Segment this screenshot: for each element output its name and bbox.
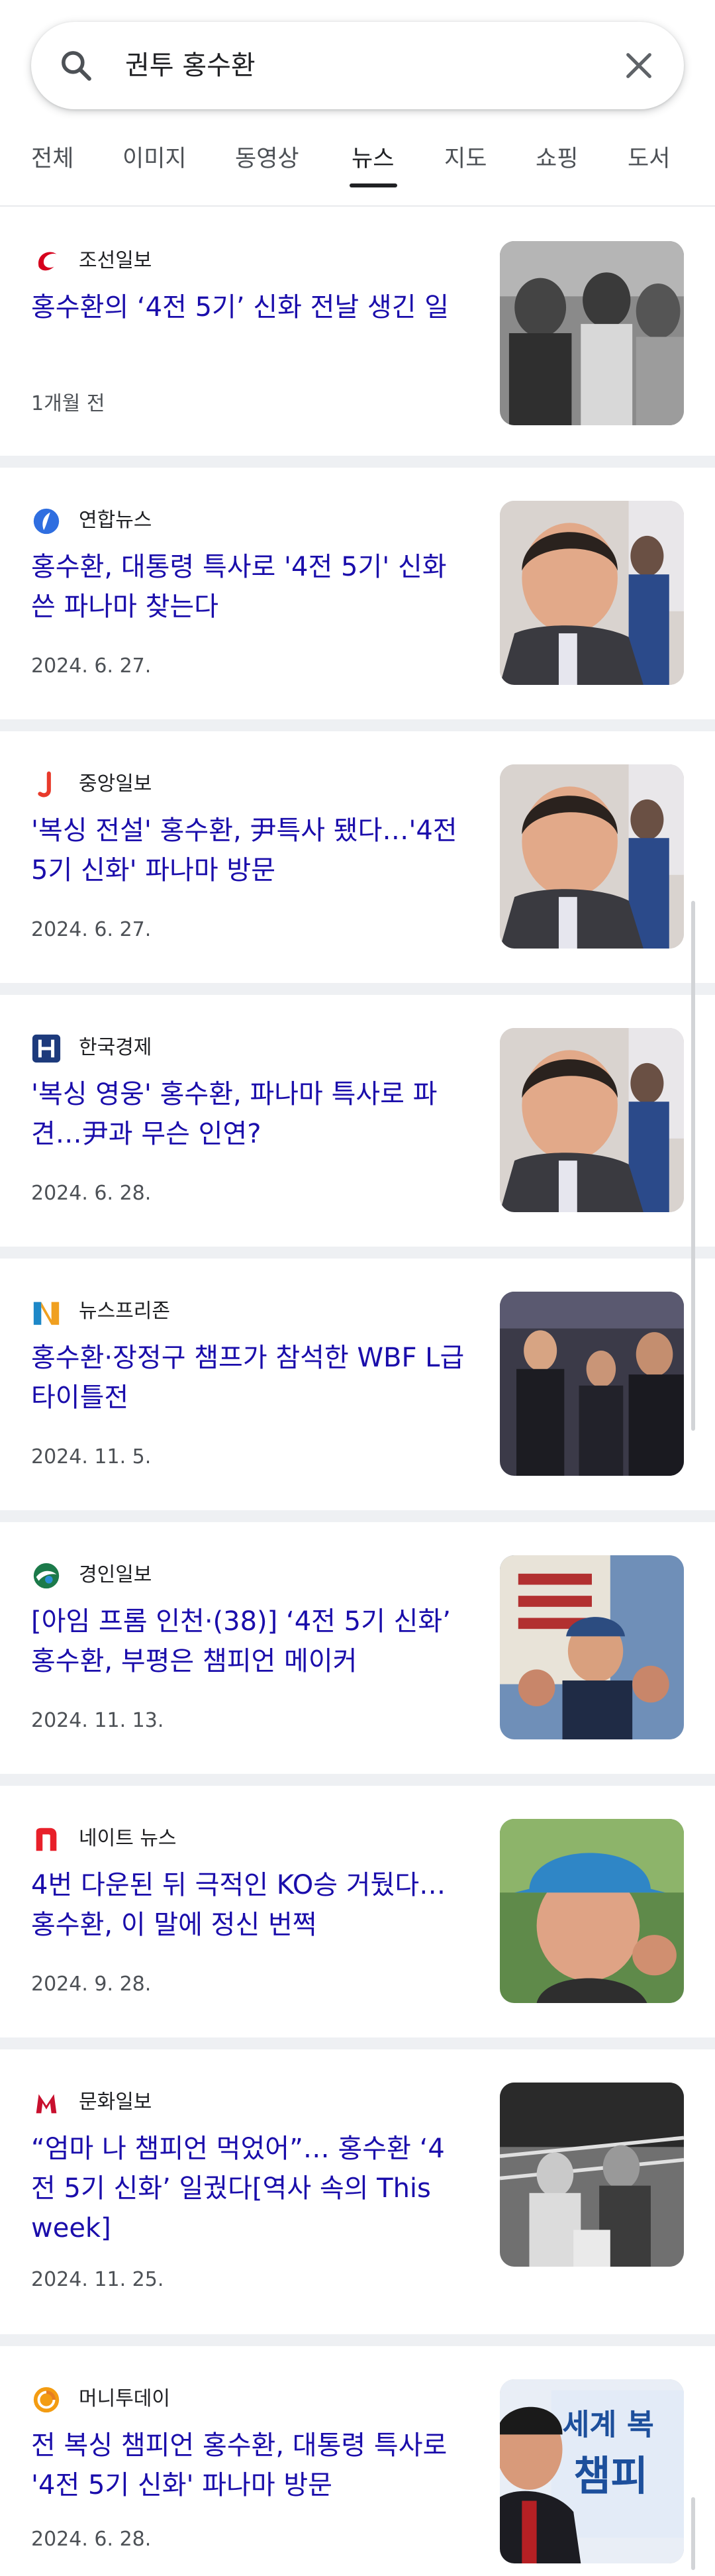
article-thumbnail[interactable] <box>500 1028 684 1212</box>
source-name: 조선일보 <box>79 249 152 272</box>
search-icon[interactable] <box>58 47 95 84</box>
news-card[interactable]: 뉴스프리존 홍수환·장정구 챔프가 참석한 WBF L급 타이틀전 2024. … <box>0 1259 715 1510</box>
publish-date: 2024. 6. 28. <box>31 2528 152 2551</box>
scrollbar-thumb[interactable] <box>691 901 695 1431</box>
article-thumbnail[interactable] <box>500 501 684 685</box>
tab-books[interactable]: 도서 <box>628 142 670 176</box>
source-name: 연합뉴스 <box>79 509 152 532</box>
headline-link[interactable]: 홍수환의 ‘4전 5기’ 신화 전날 생긴 일 <box>31 287 468 327</box>
top-bar: 권투 홍수환 전체 이미지 동영상 뉴스 지도 쇼핑 도서 <box>0 0 715 207</box>
card-separator <box>0 2334 715 2346</box>
source-name: 뉴스프리존 <box>79 1300 170 1323</box>
news-card[interactable]: 문화일보 “엄마 나 챔피언 먹었어”… 홍수환 ‘4전 5기 신화’ 일궜다[… <box>0 2049 715 2334</box>
publish-date: 2024. 9. 28. <box>31 1973 152 1996</box>
chosun-logo-icon <box>38 252 57 271</box>
news-card[interactable]: 연합뉴스 홍수환, 대통령 특사로 '4전 5기' 신화 쓴 파나마 찾는다 2… <box>0 468 715 719</box>
active-tab-indicator <box>350 183 397 187</box>
article-thumbnail[interactable] <box>500 241 684 425</box>
publish-date: 2024. 11. 25. <box>31 2268 164 2291</box>
card-separator <box>0 456 715 468</box>
headline-link[interactable]: '복싱 영웅' 홍수환, 파나마 특사로 파견…尹과 무슨 인연? <box>31 1074 468 1154</box>
news-card[interactable]: 머니투데이 전 복싱 챔피언 홍수환, 대통령 특사로 '4전 5기 신화' 파… <box>0 2346 715 2576</box>
publish-date: 2024. 6. 28. <box>31 1182 152 1205</box>
search-input[interactable]: 권투 홍수환 <box>125 46 256 85</box>
banner-text: 세계 복 <box>563 2408 654 2442</box>
card-separator <box>0 2037 715 2049</box>
munhwa-logo-icon <box>36 2094 57 2114</box>
headline-link[interactable]: 전 복싱 챔피언 홍수환, 대통령 특사로 '4전 5기 신화' 파나마 방문 <box>31 2426 468 2505</box>
tab-images[interactable]: 이미지 <box>122 142 187 176</box>
news-card[interactable]: 경인일보 [아임 프롬 인천·(38)] ‘4전 5기 신화’ 홍수환, 부평은… <box>0 1522 715 1774</box>
card-separator <box>0 1774 715 1786</box>
publish-date: 2024. 11. 13. <box>31 1709 164 1732</box>
headline-link[interactable]: 4번 다운된 뒤 극적인 KO승 거뒀다… 홍수환, 이 말에 정신 번쩍 <box>31 1865 468 1945</box>
moneytoday-logo-icon <box>33 2387 60 2413</box>
headline-link[interactable]: [아임 프롬 인천·(38)] ‘4전 5기 신화’ 홍수환, 부평은 챔피언 … <box>31 1602 468 1681</box>
source-name: 문화일보 <box>79 2090 152 2114</box>
yonhap-logo-icon <box>33 508 60 535</box>
hankyung-logo-icon <box>32 1034 61 1063</box>
search-box[interactable]: 권투 홍수환 <box>31 22 684 109</box>
tab-shopping[interactable]: 쇼핑 <box>536 142 578 176</box>
source-name: 경인일보 <box>79 1563 152 1586</box>
joongang-logo-icon <box>38 771 51 798</box>
nate-logo-icon <box>36 1828 57 1851</box>
article-thumbnail[interactable] <box>500 1555 684 1739</box>
close-icon[interactable] <box>620 47 657 84</box>
news-card[interactable]: 한국경제 '복싱 영웅' 홍수환, 파나마 특사로 파견…尹과 무슨 인연? 2… <box>0 995 715 1247</box>
card-separator <box>0 1510 715 1522</box>
publish-date: 2024. 11. 5. <box>31 1445 152 1468</box>
scrollbar-thumb-bottom[interactable] <box>691 2497 695 2570</box>
article-thumbnail[interactable] <box>500 2083 684 2267</box>
article-thumbnail[interactable] <box>500 1819 684 2003</box>
publish-date: 2024. 6. 27. <box>31 918 152 941</box>
search-tabs: 전체 이미지 동영상 뉴스 지도 쇼핑 도서 <box>0 136 715 207</box>
news-card[interactable]: 조선일보 홍수환의 ‘4전 5기’ 신화 전날 생긴 일 1개월 전 <box>0 208 715 456</box>
news-card[interactable]: 중앙일보 '복싱 전설' 홍수환, 尹특사 됐다…'4전 5기 신화' 파나마 … <box>0 731 715 983</box>
card-separator <box>0 1247 715 1259</box>
tab-news[interactable]: 뉴스 <box>352 142 394 176</box>
kyeongin-logo-icon <box>33 1563 60 1589</box>
headline-link[interactable]: “엄마 나 챔피언 먹었어”… 홍수환 ‘4전 5기 신화’ 일궜다[역사 속의… <box>31 2129 468 2248</box>
source-name: 중앙일보 <box>79 772 152 796</box>
tab-maps[interactable]: 지도 <box>444 142 487 176</box>
headline-link[interactable]: 홍수환·장정구 챔프가 참석한 WBF L급 타이틀전 <box>31 1338 468 1417</box>
article-thumbnail[interactable]: 세계 복 챔피 <box>500 2379 684 2563</box>
newsfreezone-logo-icon <box>33 1302 60 1325</box>
news-card[interactable]: 네이트 뉴스 4번 다운된 뒤 극적인 KO승 거뒀다… 홍수환, 이 말에 정… <box>0 1786 715 2037</box>
card-separator <box>0 983 715 995</box>
publish-date: 1개월 전 <box>31 392 105 415</box>
tab-videos[interactable]: 동영상 <box>235 142 299 176</box>
tab-all[interactable]: 전체 <box>31 142 73 176</box>
publish-date: 2024. 6. 27. <box>31 654 152 678</box>
card-separator <box>0 719 715 731</box>
article-thumbnail[interactable] <box>500 1292 684 1476</box>
headline-link[interactable]: '복싱 전설' 홍수환, 尹특사 됐다…'4전 5기 신화' 파나마 방문 <box>31 811 468 890</box>
article-thumbnail[interactable] <box>500 764 684 949</box>
source-name: 네이트 뉴스 <box>79 1827 177 1850</box>
banner-text: 챔피 <box>573 2453 648 2500</box>
headline-link[interactable]: 홍수환, 대통령 특사로 '4전 5기' 신화 쓴 파나마 찾는다 <box>31 547 468 627</box>
source-name: 한국경제 <box>79 1036 152 1059</box>
source-name: 머니투데이 <box>79 2387 170 2410</box>
